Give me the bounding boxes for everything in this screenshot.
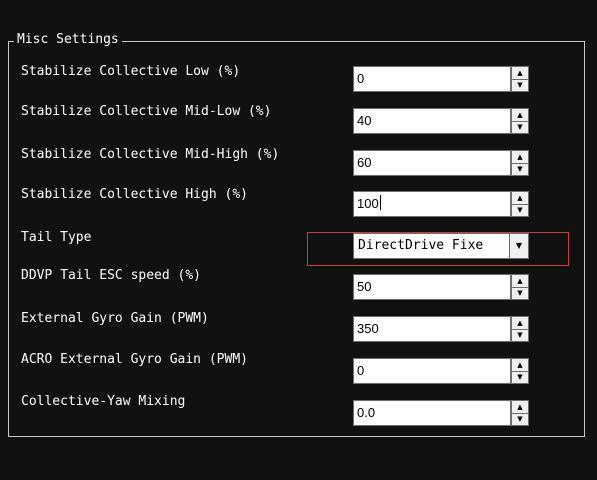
collective-yaw-mixing-value: 0.0	[357, 405, 376, 420]
collective-yaw-mixing-label: Collective-Yaw Mixing	[21, 394, 186, 409]
stabilize-collective-high-value: 100	[357, 196, 379, 211]
ddvp-tail-esc-speed-input[interactable]: 50	[353, 274, 511, 300]
external-gyro-gain-spinner[interactable]: ▲ ▼	[511, 316, 529, 342]
external-gyro-gain-input[interactable]: 350	[353, 316, 511, 342]
external-gyro-gain-value: 350	[357, 321, 379, 336]
stabilize-collective-midlow-input[interactable]: 40	[353, 108, 511, 134]
acro-external-gyro-gain-label: ACRO External Gyro Gain (PWM)	[21, 352, 248, 367]
stabilize-collective-low-input[interactable]: 0	[353, 66, 511, 92]
spin-down-icon[interactable]: ▼	[512, 121, 528, 133]
external-gyro-gain-label: External Gyro Gain (PWM)	[21, 311, 209, 326]
acro-external-gyro-gain-input[interactable]: 0	[353, 358, 511, 384]
stabilize-collective-high-spinner[interactable]: ▲ ▼	[511, 191, 529, 217]
spin-down-icon[interactable]: ▼	[512, 413, 528, 425]
stabilize-collective-midlow-value: 40	[357, 113, 372, 128]
ddvp-tail-esc-speed-value: 50	[357, 279, 372, 294]
stabilize-collective-midhigh-value: 60	[357, 155, 372, 170]
group-title: Misc Settings	[14, 31, 122, 49]
acro-external-gyro-gain-spinner[interactable]: ▲ ▼	[511, 358, 529, 384]
stabilize-collective-low-spinner[interactable]: ▲ ▼	[511, 66, 529, 92]
spin-down-icon[interactable]: ▼	[512, 79, 528, 91]
stabilize-collective-high-input[interactable]: 100	[353, 191, 511, 217]
ddvp-tail-esc-speed-spinner[interactable]: ▲ ▼	[511, 274, 529, 300]
collective-yaw-mixing-spinner[interactable]: ▲ ▼	[511, 400, 529, 426]
stabilize-collective-midhigh-spinner[interactable]: ▲ ▼	[511, 150, 529, 176]
stabilize-collective-low-label: Stabilize Collective Low (%)	[21, 64, 241, 79]
text-caret	[379, 195, 381, 210]
tail-type-label: Tail Type	[21, 230, 92, 245]
misc-settings-panel: Misc Settings Stabilize Collective Low (…	[0, 0, 597, 480]
ddvp-tail-esc-speed-label: DDVP Tail ESC speed (%)	[21, 268, 202, 283]
stabilize-collective-midhigh-input[interactable]: 60	[353, 150, 511, 176]
stabilize-collective-midlow-spinner[interactable]: ▲ ▼	[511, 108, 529, 134]
tail-type-highlight	[307, 232, 569, 266]
spin-down-icon[interactable]: ▼	[512, 371, 528, 383]
spin-down-icon[interactable]: ▼	[512, 329, 528, 341]
spin-down-icon[interactable]: ▼	[512, 204, 528, 216]
stabilize-collective-low-value: 0	[357, 71, 365, 86]
acro-external-gyro-gain-value: 0	[357, 363, 365, 378]
collective-yaw-mixing-input[interactable]: 0.0	[353, 400, 511, 426]
stabilize-collective-midlow-label: Stabilize Collective Mid-Low (%)	[21, 104, 272, 119]
stabilize-collective-midhigh-label: Stabilize Collective Mid-High (%)	[21, 147, 280, 162]
stabilize-collective-high-label: Stabilize Collective High (%)	[21, 187, 248, 202]
spin-down-icon[interactable]: ▼	[512, 163, 528, 175]
spin-down-icon[interactable]: ▼	[512, 287, 528, 299]
